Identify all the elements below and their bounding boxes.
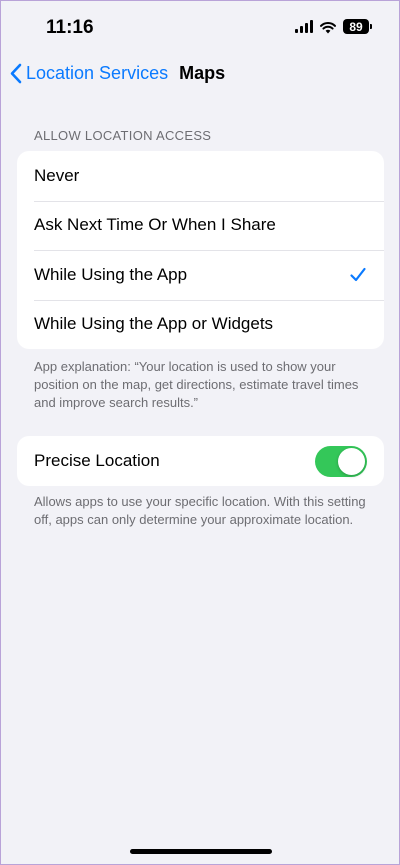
precise-location-label: Precise Location [34, 451, 160, 470]
navigation-bar: Location Services Maps [9, 59, 225, 87]
option-label: While Using the App or Widgets [34, 314, 274, 334]
page-title: Maps [179, 62, 226, 83]
option-label: Ask Next Time Or When I Share [34, 215, 276, 235]
option-label: While Using the App [34, 264, 188, 284]
cellular-signal-icon [295, 20, 313, 33]
status-icons: 89 [295, 19, 372, 34]
home-indicator[interactable] [130, 849, 272, 854]
option-never[interactable]: Never [17, 151, 384, 201]
app-explanation-text: App explanation: “Your location is used … [34, 359, 359, 410]
toggle-knob [338, 447, 365, 475]
allow-location-access-header: ALLOW LOCATION ACCESS [34, 128, 212, 143]
option-while-using-app-or-widgets[interactable]: While Using the App or Widgets [17, 299, 384, 350]
precise-location-group: Precise Location [17, 436, 384, 486]
option-ask-next-time[interactable]: Ask Next Time Or When I Share [17, 200, 384, 251]
location-access-options: Never Ask Next Time Or When I Share Whil… [17, 151, 384, 349]
option-label: Never [34, 165, 80, 185]
status-time: 11:16 [46, 17, 94, 38]
chevron-left-icon [10, 63, 22, 83]
option-while-using-app[interactable]: While Using the App [17, 250, 384, 300]
precise-location-description: Allows apps to use your specific locatio… [34, 494, 366, 527]
status-bar: 11:16 89 [1, 1, 399, 51]
back-button[interactable]: Location Services [9, 63, 168, 84]
precise-location-toggle[interactable] [315, 445, 367, 477]
back-label: Location Services [26, 62, 169, 83]
battery-icon: 89 [343, 19, 372, 34]
precise-location-row: Precise Location [17, 436, 384, 486]
checkmark-icon [350, 267, 366, 281]
wifi-icon [320, 21, 336, 33]
